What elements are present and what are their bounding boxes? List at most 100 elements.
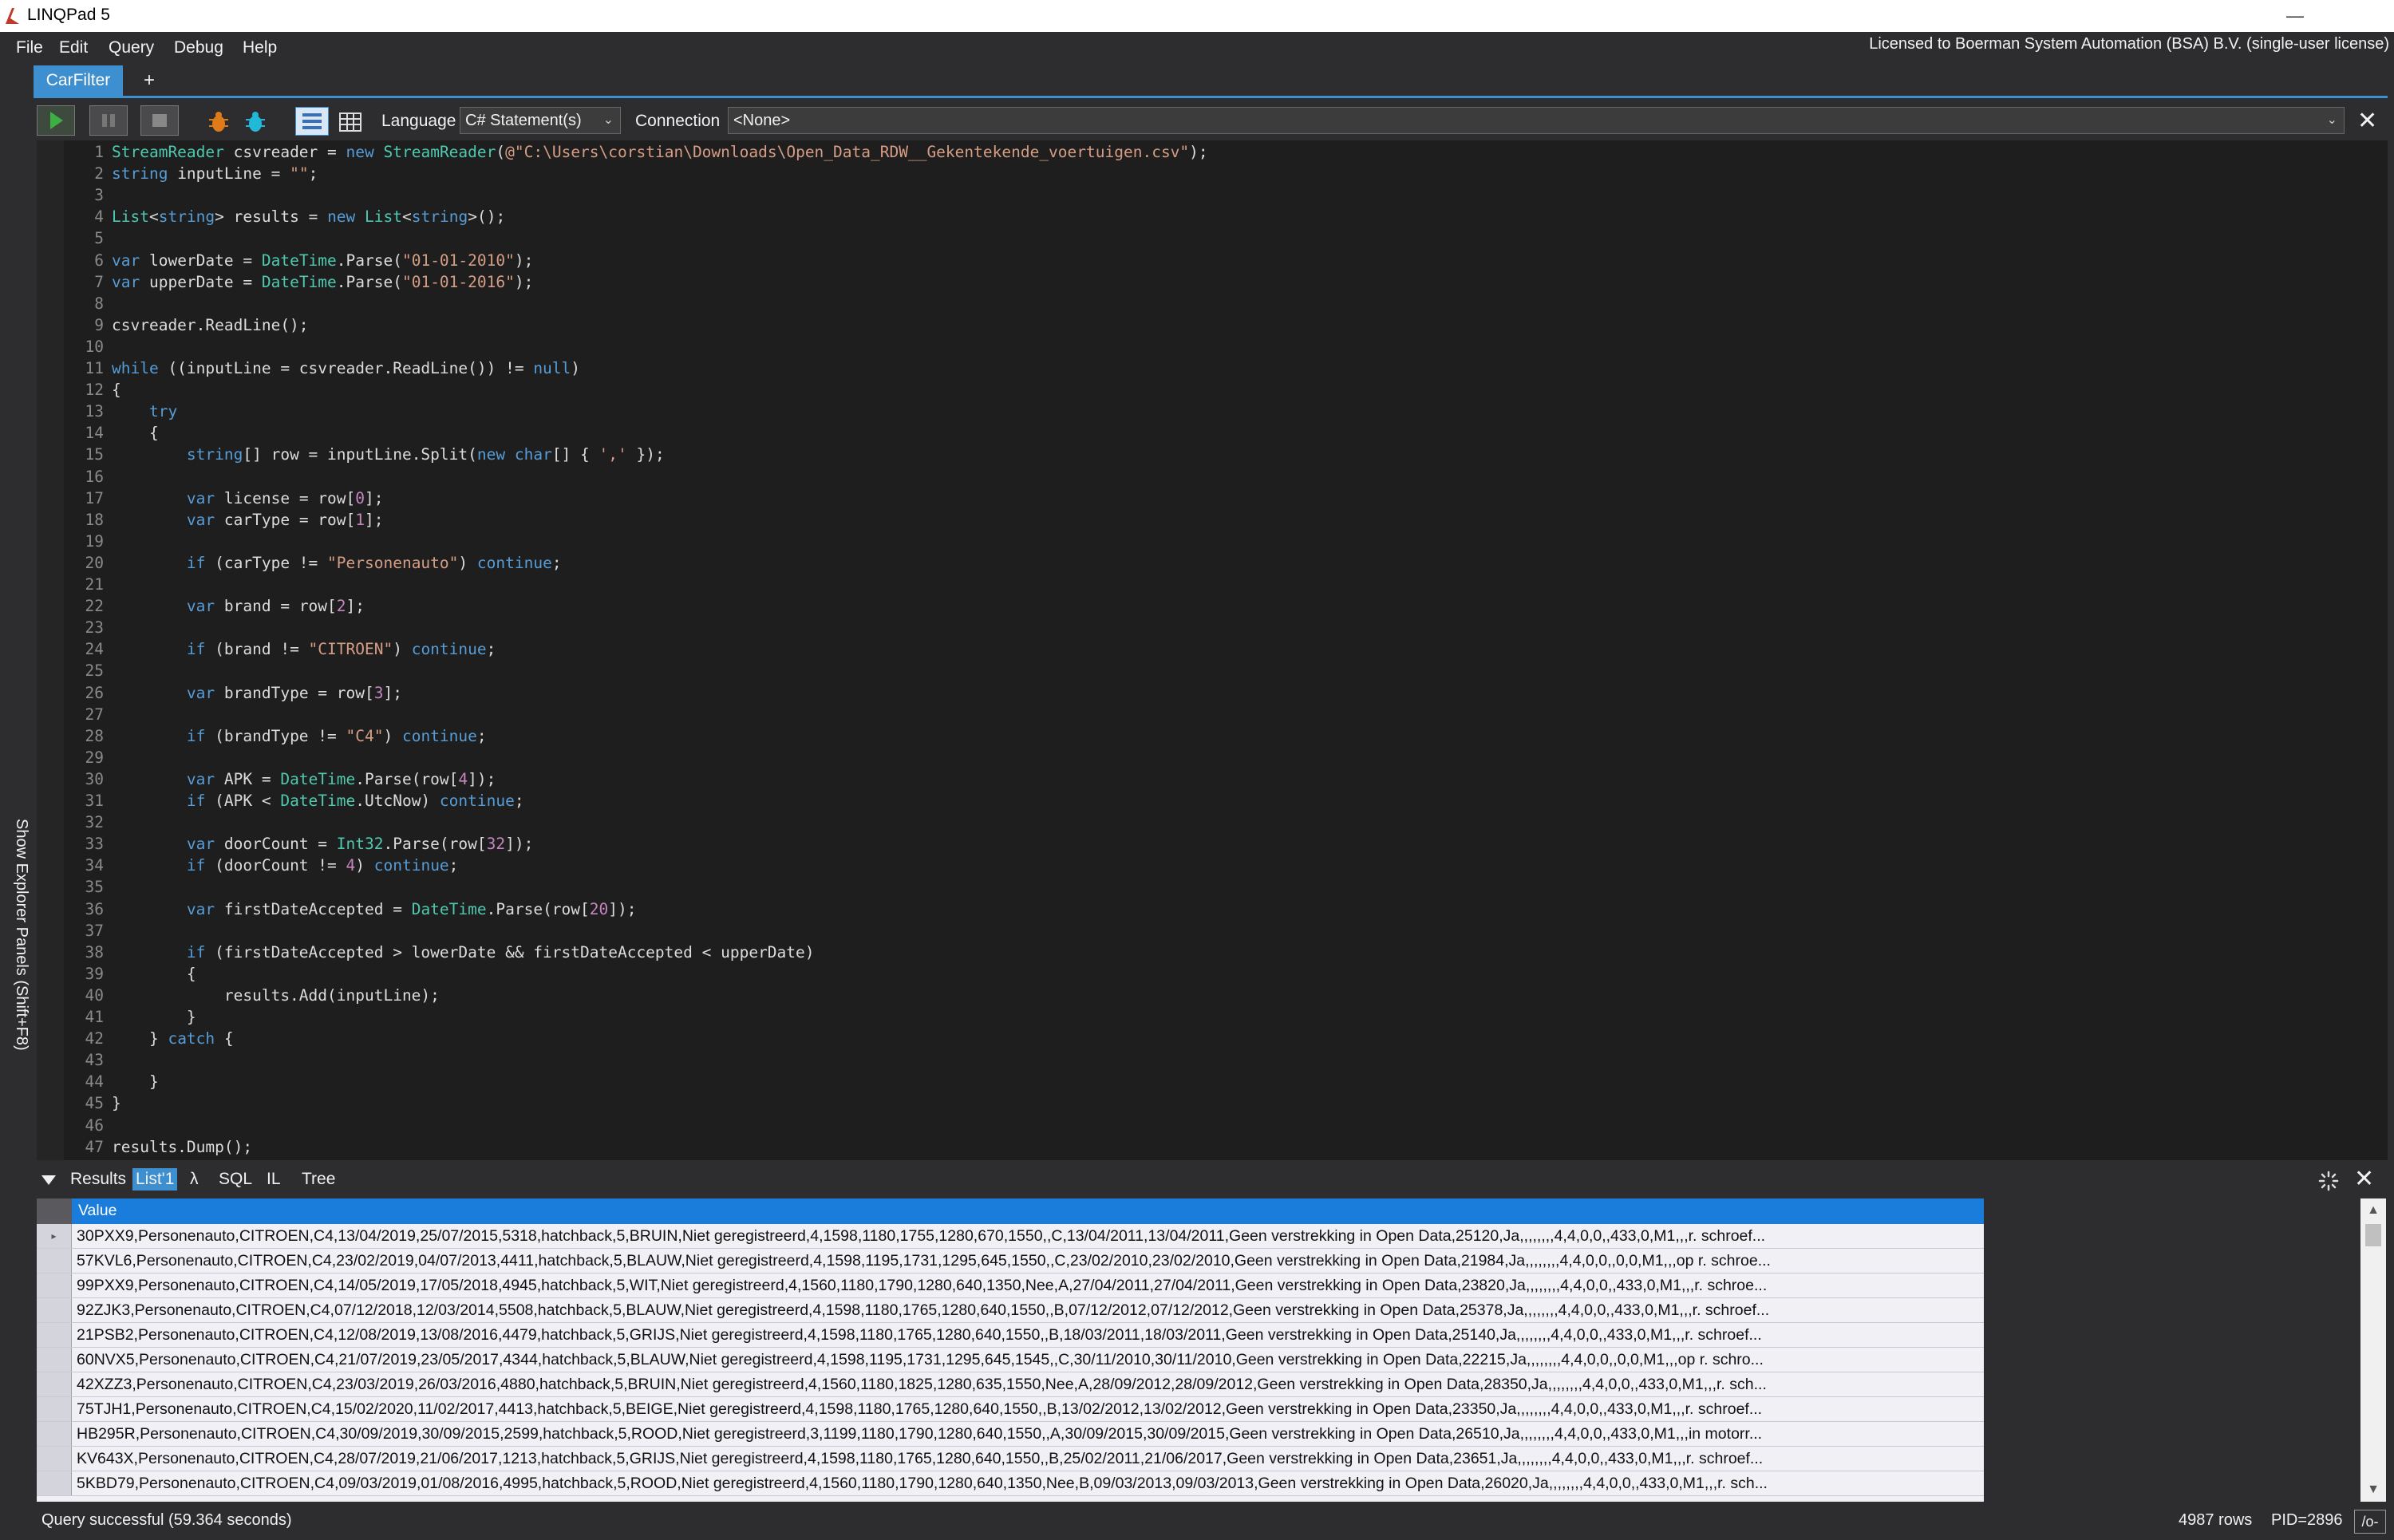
language-value: C# Statement(s)	[465, 112, 582, 129]
list-view-icon	[302, 113, 322, 129]
code-text: }	[112, 1008, 196, 1026]
table-row[interactable]: KV643X,Personenauto,CITROEN,C4,28/07/201…	[37, 1447, 1984, 1471]
stop-button[interactable]	[140, 105, 179, 136]
chevron-down-icon: ⌄	[602, 113, 614, 127]
line-number: 39	[85, 964, 104, 983]
value-cell[interactable]: 42XZZ3,Personenauto,CITROEN,C4,23/03/201…	[77, 1372, 1976, 1396]
collapse-results-icon[interactable]	[40, 1173, 57, 1187]
line-number: 5	[94, 229, 104, 248]
tab-carfilter[interactable]: CarFilter	[34, 65, 123, 96]
value-cell[interactable]: 57KVL6,Personenauto,CITROEN,C4,23/02/201…	[77, 1249, 1976, 1273]
code-line: 44 }	[37, 1071, 2351, 1092]
chevron-down-icon: ⌄	[2326, 113, 2337, 127]
tab-list[interactable]: List'1	[132, 1168, 178, 1191]
table-row[interactable]: 42XZZ3,Personenauto,CITROEN,C4,23/03/201…	[37, 1372, 1984, 1397]
row-selector[interactable]	[37, 1348, 72, 1372]
table-row[interactable]: 60NVX5,Personenauto,CITROEN,C4,21/07/201…	[37, 1348, 1984, 1372]
column-header-value[interactable]: Value	[78, 1202, 117, 1220]
menu-file[interactable]: File	[16, 38, 43, 57]
connection-select[interactable]: <None> ⌄	[728, 107, 2345, 134]
row-selector[interactable]	[37, 1323, 72, 1347]
value-cell[interactable]: KV643X,Personenauto,CITROEN,C4,28/07/201…	[77, 1447, 1976, 1471]
tab-il[interactable]: IL	[267, 1170, 281, 1189]
add-tab-button[interactable]: +	[144, 65, 155, 96]
value-cell[interactable]: 60NVX5,Personenauto,CITROEN,C4,21/07/201…	[77, 1348, 1976, 1372]
code-text: var lowerDate = DateTime.Parse("01-01-20…	[112, 251, 534, 270]
code-editor[interactable]: 1 StreamReader csvreader = new StreamRead…	[37, 140, 2388, 1160]
close-query-button[interactable]: ✕	[2357, 107, 2377, 135]
close-results-button[interactable]: ✕	[2354, 1165, 2374, 1193]
row-selector[interactable]	[37, 1298, 72, 1322]
value-cell[interactable]: HB295R,Personenauto,CITROEN,C4,30/09/201…	[77, 1422, 1976, 1446]
menu-debug[interactable]: Debug	[174, 38, 223, 57]
optimize-toggle-button[interactable]: /o-	[2354, 1510, 2386, 1534]
tab-lambda[interactable]: λ	[190, 1170, 199, 1189]
scroll-up-icon[interactable]: ▲	[2360, 1198, 2386, 1222]
line-number: 20	[85, 553, 104, 572]
results-grid[interactable]: Value ▸ 30PXX9,Personenauto,CITROEN,C4,13…	[37, 1198, 1984, 1502]
spinner-icon[interactable]	[2317, 1170, 2340, 1192]
line-number: 34	[85, 856, 104, 875]
table-row[interactable]: HB295R,Personenauto,CITROEN,C4,30/09/201…	[37, 1422, 1984, 1447]
pause-icon	[102, 114, 115, 127]
explorer-panel-toggle[interactable]: Show Explorer Panels (Shift+F8)	[0, 140, 35, 1497]
code-text: }	[112, 1072, 159, 1092]
line-number: 43	[85, 1051, 104, 1070]
grid-view-icon[interactable]	[337, 110, 364, 134]
row-selector[interactable]	[37, 1273, 72, 1297]
bug-orange-icon[interactable]	[206, 110, 231, 134]
value-cell[interactable]: 99PXX9,Personenauto,CITROEN,C4,14/05/201…	[77, 1273, 1976, 1297]
row-selector[interactable]	[37, 1249, 72, 1273]
code-text: csvreader.ReadLine();	[112, 315, 309, 334]
menu-query[interactable]: Query	[109, 38, 154, 57]
line-number: 46	[85, 1116, 104, 1135]
scroll-thumb[interactable]	[2365, 1224, 2381, 1246]
code-text: results.Add(inputLine);	[112, 985, 440, 1005]
value-cell[interactable]: 30PXX9,Personenauto,CITROEN,C4,13/04/201…	[77, 1224, 1976, 1248]
code-text: if (carType != "Personenauto") continue;	[186, 553, 562, 572]
code-line: 2 string inputLine = "";	[37, 163, 2351, 184]
tab-underline	[34, 96, 2388, 98]
row-selector[interactable]	[37, 1397, 72, 1421]
scroll-down-icon[interactable]: ▼	[2360, 1478, 2386, 1502]
code-line: 10	[37, 336, 2351, 357]
row-selector[interactable]	[37, 1422, 72, 1446]
tab-sql[interactable]: SQL	[219, 1170, 252, 1189]
tab-tree[interactable]: Tree	[302, 1170, 335, 1189]
table-row[interactable]: 5KBD79,Personenauto,CITROEN,C4,09/03/201…	[37, 1471, 1984, 1496]
table-row[interactable]: 21PSB2,Personenauto,CITROEN,C4,12/08/201…	[37, 1323, 1984, 1348]
code-text: List<string> results = new List<string>(…	[112, 207, 506, 227]
code-text: if (brandType != "C4") continue;	[186, 726, 487, 745]
value-cell[interactable]: 75TJH1,Personenauto,CITROEN,C4,15/02/202…	[77, 1397, 1976, 1421]
menu-edit[interactable]: Edit	[59, 38, 88, 57]
value-cell[interactable]: 5KBD79,Personenauto,CITROEN,C4,09/03/201…	[77, 1471, 1976, 1495]
language-select[interactable]: C# Statement(s) ⌄	[460, 107, 621, 134]
rich-text-results-button[interactable]	[295, 107, 329, 136]
line-number: 33	[85, 835, 104, 854]
code-line: 3	[37, 184, 2351, 206]
code-line: 19	[37, 531, 2351, 552]
row-selector[interactable]	[37, 1471, 72, 1495]
code-text: string inputLine = "";	[112, 164, 318, 184]
code-line: 36 var firstDateAccepted = DateTime.Pars…	[37, 898, 2351, 920]
code-line: 6 var lowerDate = DateTime.Parse("01-01-2…	[37, 250, 2351, 271]
value-cell[interactable]: 21PSB2,Personenauto,CITROEN,C4,12/08/201…	[77, 1323, 1976, 1347]
table-row[interactable]: 99PXX9,Personenauto,CITROEN,C4,14/05/201…	[37, 1273, 1984, 1298]
table-row[interactable]: 92ZJK3,Personenauto,CITROEN,C4,07/12/201…	[37, 1298, 1984, 1323]
tab-results[interactable]: Results	[70, 1170, 126, 1189]
table-row[interactable]: 75TJH1,Personenauto,CITROEN,C4,15/02/202…	[37, 1397, 1984, 1422]
run-button[interactable]	[37, 105, 75, 136]
pause-button[interactable]	[89, 105, 128, 136]
results-scrollbar[interactable]: ▲ ▼	[2360, 1198, 2386, 1502]
table-row[interactable]: 57KVL6,Personenauto,CITROEN,C4,23/02/201…	[37, 1249, 1984, 1273]
table-row[interactable]: ▸ 30PXX9,Personenauto,CITROEN,C4,13/04/20…	[37, 1224, 1984, 1249]
code-line: 18 var carType = row[1];	[37, 509, 2351, 531]
bug-cyan-icon[interactable]	[243, 110, 268, 134]
line-number: 47	[85, 1137, 104, 1156]
row-selector[interactable]: ▸	[37, 1224, 72, 1248]
menu-help[interactable]: Help	[243, 38, 277, 57]
row-selector[interactable]	[37, 1372, 72, 1396]
code-line: 31 if (APK < DateTime.UtcNow) continue;	[37, 790, 2351, 811]
value-cell[interactable]: 92ZJK3,Personenauto,CITROEN,C4,07/12/201…	[77, 1298, 1976, 1322]
row-selector[interactable]	[37, 1447, 72, 1471]
